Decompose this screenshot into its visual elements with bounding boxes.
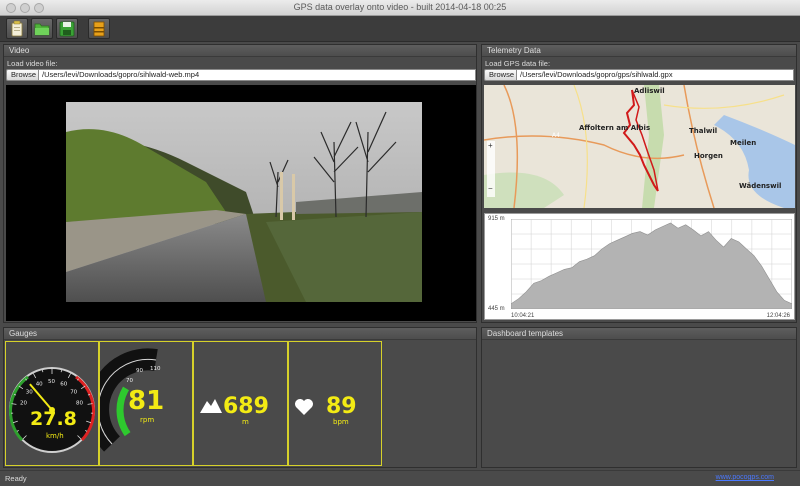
altitude-unit: m	[242, 418, 249, 426]
status-text: Ready	[5, 474, 27, 483]
map-label-affoltern: Affoltern am Albis	[579, 124, 650, 132]
cadence-tick-90: 90	[136, 368, 143, 374]
svg-text:+: +	[488, 141, 493, 150]
elevation-start-time: 10:04:21	[511, 313, 535, 319]
gps-browse-button[interactable]: Browse	[484, 69, 520, 81]
speed-value: 27.8	[30, 408, 77, 430]
video-panel: Video Load video file: Browse /Users/lev…	[3, 44, 477, 323]
map-label-meilen: Meilen	[730, 139, 756, 147]
speed-tick-label: 60	[60, 382, 67, 388]
map-label-wadenswil: Wädenswil	[739, 182, 781, 190]
heart-rate-value: 89	[326, 394, 357, 419]
cadence-gauge[interactable]: 70 90 110 81 rpm	[87, 341, 193, 466]
gps-path-field[interactable]: /Users/levi/Downloads/gopro/gps/sihlwald…	[516, 69, 794, 81]
video-browse-button[interactable]: Browse	[6, 69, 42, 81]
speed-gauge[interactable]: 20 30 40 50 60 70 80 27.8 km/h	[5, 341, 99, 466]
speed-tick-label: 50	[48, 379, 55, 385]
cadence-tick-70: 70	[126, 378, 133, 384]
heart-icon	[295, 399, 313, 415]
video-player[interactable]	[6, 85, 476, 321]
status-bar: Ready www.pocogps.com	[0, 470, 800, 486]
video-load-label: Load video file:	[7, 59, 58, 68]
heart-rate-gauge[interactable]: 89 bpm	[288, 341, 382, 466]
save-button[interactable]	[56, 18, 78, 39]
video-panel-title: Video	[4, 45, 476, 57]
map-label-horgen: Horgen	[694, 152, 723, 160]
speedometer-dial: 20 3040 50 6070 80	[9, 367, 95, 453]
heart-rate-unit: bpm	[333, 418, 349, 426]
cadence-value: 81	[128, 386, 165, 416]
speed-tick-label: 40	[36, 382, 43, 388]
video-path-field[interactable]: /Users/levi/Downloads/gopro/sihlwald-web…	[38, 69, 476, 81]
open-folder-icon	[34, 23, 50, 36]
new-project-button[interactable]	[6, 18, 28, 39]
speed-tick-label: 80	[76, 401, 83, 407]
altitude-value: 689	[223, 394, 269, 419]
new-icon	[11, 20, 23, 37]
speed-tick-label: 30	[26, 389, 33, 395]
map-label-adliswil: Adliswil	[634, 87, 665, 95]
cadence-unit: rpm	[140, 416, 155, 424]
dashboard-templates-title: Dashboard templates	[482, 328, 796, 340]
route-map[interactable]: − + Adliswil Affoltern am Albis Thalwil …	[484, 85, 795, 208]
speed-tick-label: 20	[20, 401, 27, 407]
speed-tick-label: 70	[70, 389, 77, 395]
elevation-max-label: 915 m	[488, 216, 505, 222]
speed-unit: km/h	[46, 432, 64, 440]
telemetry-panel-title: Telemetry Data	[482, 45, 796, 57]
website-link[interactable]: www.pocogps.com	[716, 474, 774, 481]
gauges-panel-title: Gauges	[4, 328, 476, 340]
elevation-end-time: 12:04:26	[766, 313, 790, 319]
export-icon	[93, 21, 105, 37]
altitude-gauge[interactable]: 689 m	[193, 341, 288, 466]
map-label-thalwil: Thalwil	[689, 127, 717, 135]
elevation-min-label: 445 m	[488, 306, 505, 312]
video-frame	[66, 102, 422, 302]
toolbar	[0, 16, 800, 42]
mountain-icon	[200, 399, 222, 413]
window-title: GPS data overlay onto video - built 2014…	[293, 2, 507, 12]
window-titlebar: GPS data overlay onto video - built 2014…	[0, 0, 800, 16]
open-button[interactable]	[31, 18, 53, 39]
save-icon	[59, 21, 75, 37]
elevation-chart[interactable]: 915 m 445 m 10:04:21 12:04:26	[484, 213, 795, 320]
gps-load-label: Load GPS data file:	[485, 59, 551, 68]
route-map-canvas: − + Adliswil Affoltern am Albis Thalwil …	[484, 85, 795, 208]
export-button[interactable]	[88, 18, 110, 39]
map-label-a4: A4	[552, 132, 560, 139]
elevation-profile	[511, 219, 792, 309]
dashboard-templates-panel: Dashboard templates	[481, 327, 797, 468]
cadence-tick-110: 110	[150, 366, 161, 372]
telemetry-panel: Telemetry Data Load GPS data file: Brows…	[481, 44, 797, 323]
svg-text:−: −	[488, 184, 493, 193]
